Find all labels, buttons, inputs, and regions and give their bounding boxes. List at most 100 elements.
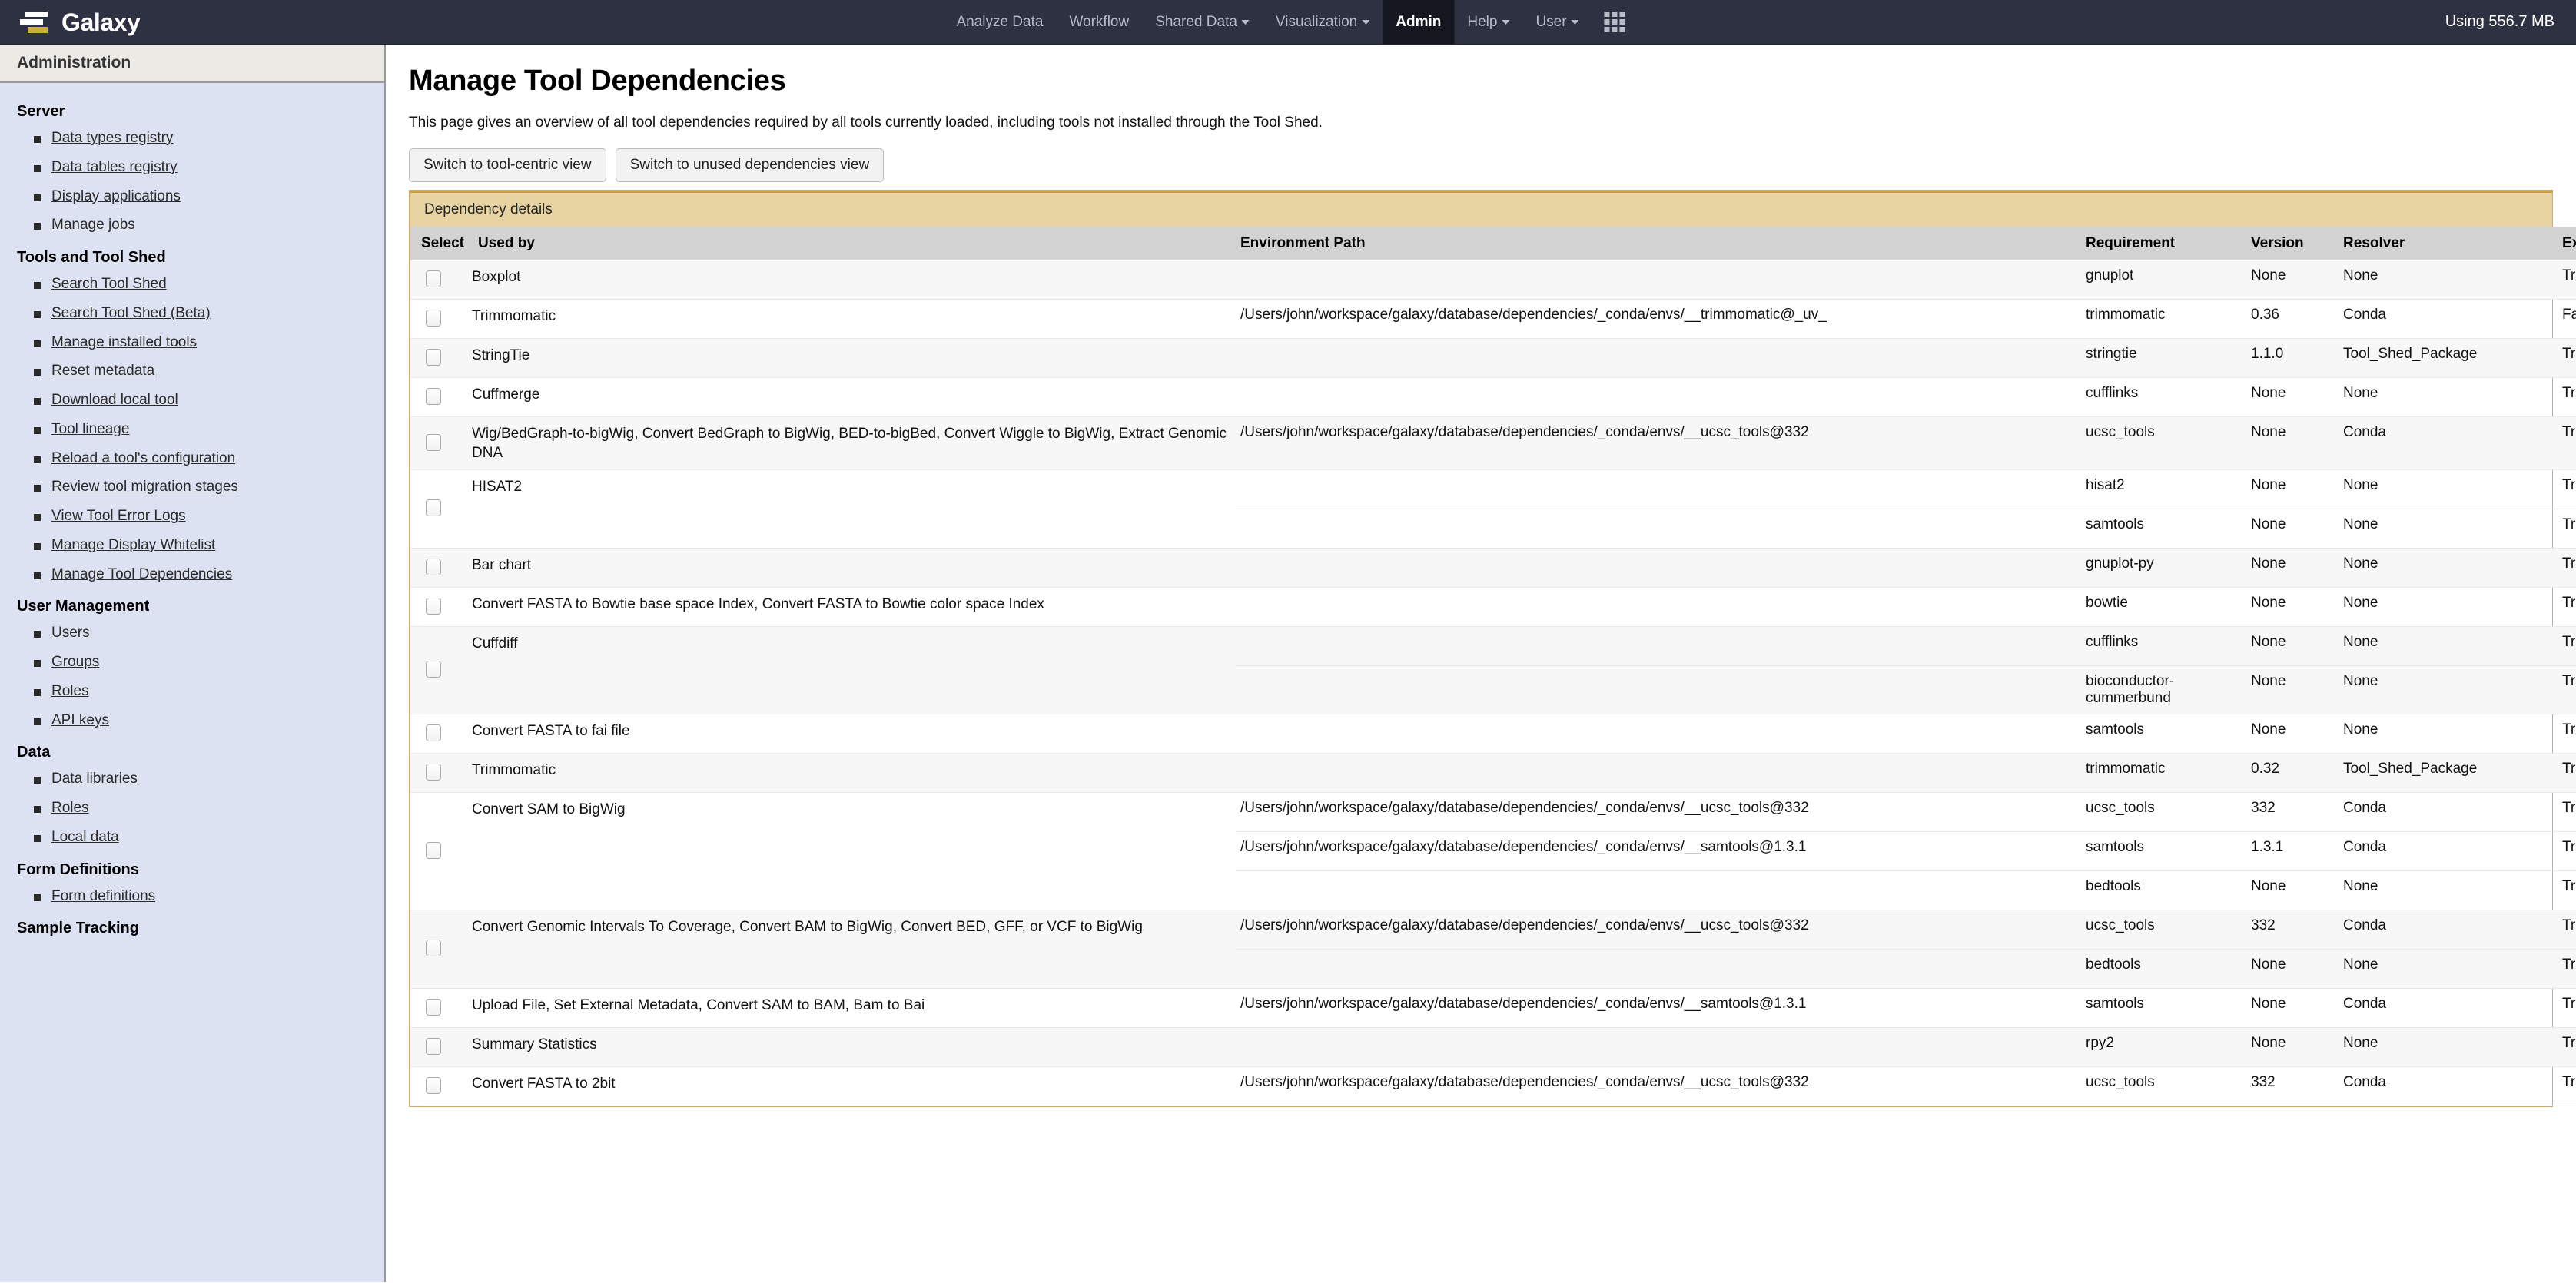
row-select-checkbox[interactable] [426,1076,441,1094]
row-select-checkbox[interactable] [426,597,441,615]
sidebar-item-tool-lineage[interactable]: Tool lineage [0,415,384,444]
column-header-resolver: Resolver [2339,227,2558,260]
nav-item-admin[interactable]: Admin [1383,0,1455,44]
sidebar-item-label: Manage Display Whitelist [51,536,216,553]
table-row: Convert Genomic Intervals To Coverage, C… [410,910,2576,990]
nav-item-user[interactable]: User [1522,0,1592,44]
sidebar-item-manage-display-whitelist[interactable]: Manage Display Whitelist [0,531,384,560]
nav-item-label: Analyze Data [956,13,1044,30]
sidebar-item-download-local-tool[interactable]: Download local tool [0,386,384,415]
nav-item-label: Workflow [1069,13,1130,30]
sidebar-item-data-types-registry[interactable]: Data types registry [0,124,384,153]
sidebar-item-api-keys[interactable]: API keys [0,706,384,735]
bullet-icon [34,310,41,318]
environment-path-cell [1236,469,2081,510]
row-select-checkbox[interactable] [426,270,441,287]
sidebar-item-users[interactable]: Users [0,618,384,648]
sidebar-item-roles[interactable]: Roles [0,677,384,706]
resolver-cell: Tool_Shed_Package [2339,338,2558,378]
chevron-down-icon [1241,19,1250,25]
sidebar-item-data-tables-registry[interactable]: Data tables registry [0,153,384,182]
row-select-checkbox[interactable] [426,348,441,366]
brand-logo-link[interactable]: Galaxy [0,0,156,44]
select-cell [410,626,467,715]
version-cell: None [2246,949,2339,990]
sidebar-item-display-applications[interactable]: Display applications [0,182,384,211]
select-cell [410,377,467,417]
bullet-icon [34,542,41,550]
sidebar-item-label: Download local tool [51,392,178,408]
top-navbar: Galaxy Analyze Data Workflow Shared Data Vi… [0,0,2576,45]
brand-title: Galaxy [61,8,141,36]
environment-path-cell [1236,870,2081,911]
table-row: StringTie stringtie 1.1.0 Tool_Shed_Package… [410,338,2576,378]
row-select-checkbox[interactable] [426,309,441,327]
bullet-icon [34,660,41,667]
exact-cell: True [2558,548,2576,588]
version-cell: None [2246,548,2339,588]
sidebar-item-search-tool-shed-beta-[interactable]: Search Tool Shed (Beta) [0,299,384,328]
resolver-cell: None [2339,949,2558,990]
sidebar-item-reload-a-tool-s-configuration[interactable]: Reload a tool's configuration [0,444,384,473]
sidebar-item-label: Roles [51,682,89,699]
resolver-cell: None [2339,1027,2558,1068]
select-cell [410,988,467,1029]
resolver-cell: Conda [2339,792,2558,833]
column-header-exact: Exact [2558,227,2576,260]
row-select-checkbox[interactable] [426,763,441,781]
sidebar-group-title-data: Data [17,744,51,761]
sidebar-item-label: Display applications [51,187,181,204]
table-row: Convert FASTA to 2bit/Users/john/workspa… [410,1066,2576,1107]
row-select-checkbox[interactable] [426,841,441,859]
page-description: This page gives an overview of all tool … [409,114,1323,131]
dependencies-table: Select Used by Environment Path Requirement… [410,227,2576,1107]
sidebar-item-manage-jobs[interactable]: Manage jobs [0,211,384,240]
table-row: BoxplotgnuplotNoneNoneTrue [410,260,2576,300]
row-select-checkbox[interactable] [426,940,441,957]
table-row: Bar chartgnuplot-pyNoneNoneTrue [410,548,2576,588]
sidebar-group-title-form-definitions: Form Definitions [17,860,139,878]
row-select-checkbox[interactable] [426,387,441,405]
select-cell [410,548,467,588]
sidebar-item-search-tool-shed[interactable]: Search Tool Shed [0,270,384,299]
row-select-checkbox[interactable] [426,661,441,678]
sidebar-item-manage-installed-tools[interactable]: Manage installed tools [0,328,384,357]
sidebar-item-review-tool-migration-stages[interactable]: Review tool migration stages [0,472,384,502]
nav-item-visualization[interactable]: Visualization [1263,0,1383,44]
row-select-checkbox[interactable] [426,558,441,575]
dependency-details-title: Dependency details [410,191,2552,227]
nav-item-label: Help [1467,13,1498,30]
nav-item-workflow[interactable]: Workflow [1056,0,1142,44]
grid-apps-icon[interactable] [1604,12,1625,32]
sidebar-item-view-tool-error-logs[interactable]: View Tool Error Logs [0,502,384,531]
row-select-checkbox[interactable] [426,998,441,1016]
sidebar-item-data-libraries[interactable]: Data libraries [0,764,384,794]
nav-item-help[interactable]: Help [1454,0,1522,44]
sidebar-item-roles[interactable]: Roles [0,794,384,823]
exact-cell: True [2558,665,2576,715]
sidebar-item-form-definitions[interactable]: Form definitions [0,882,384,911]
sidebar-item-manage-tool-dependencies[interactable]: Manage Tool Dependencies [0,560,384,589]
sidebar-item-label: Review tool migration stages [51,479,238,496]
sidebar-item-local-data[interactable]: Local data [0,823,384,852]
sidebar-item-label: Users [51,625,90,642]
switch-to-tool-centric-view-button[interactable]: Switch to tool-centric view [409,148,606,182]
row-select-checkbox[interactable] [426,433,441,451]
resolver-cell: None [2339,260,2558,300]
environment-path-cell [1236,338,2081,378]
resolver-cell: None [2339,509,2558,549]
nav-item-shared-data[interactable]: Shared Data [1142,0,1263,44]
switch-to-unused-dependencies-view-button[interactable]: Switch to unused dependencies view [615,148,885,182]
row-select-checkbox[interactable] [426,1037,441,1055]
sidebar-item-reset-metadata[interactable]: Reset metadata [0,356,384,386]
sidebar-item-groups[interactable]: Groups [0,648,384,677]
row-select-checkbox[interactable] [426,499,441,517]
nav-item-analyze-data[interactable]: Analyze Data [943,0,1056,44]
resolver-cell: Conda [2339,910,2558,950]
row-select-checkbox[interactable] [426,724,441,741]
bullet-icon [34,282,41,289]
sidebar-group-title-tools-and-tool-shed: Tools and Tool Shed [17,249,166,266]
bullet-icon [34,631,41,638]
table-row: HISAT2hisat2NoneNoneTrue [410,469,2576,549]
bullet-icon [34,806,41,813]
